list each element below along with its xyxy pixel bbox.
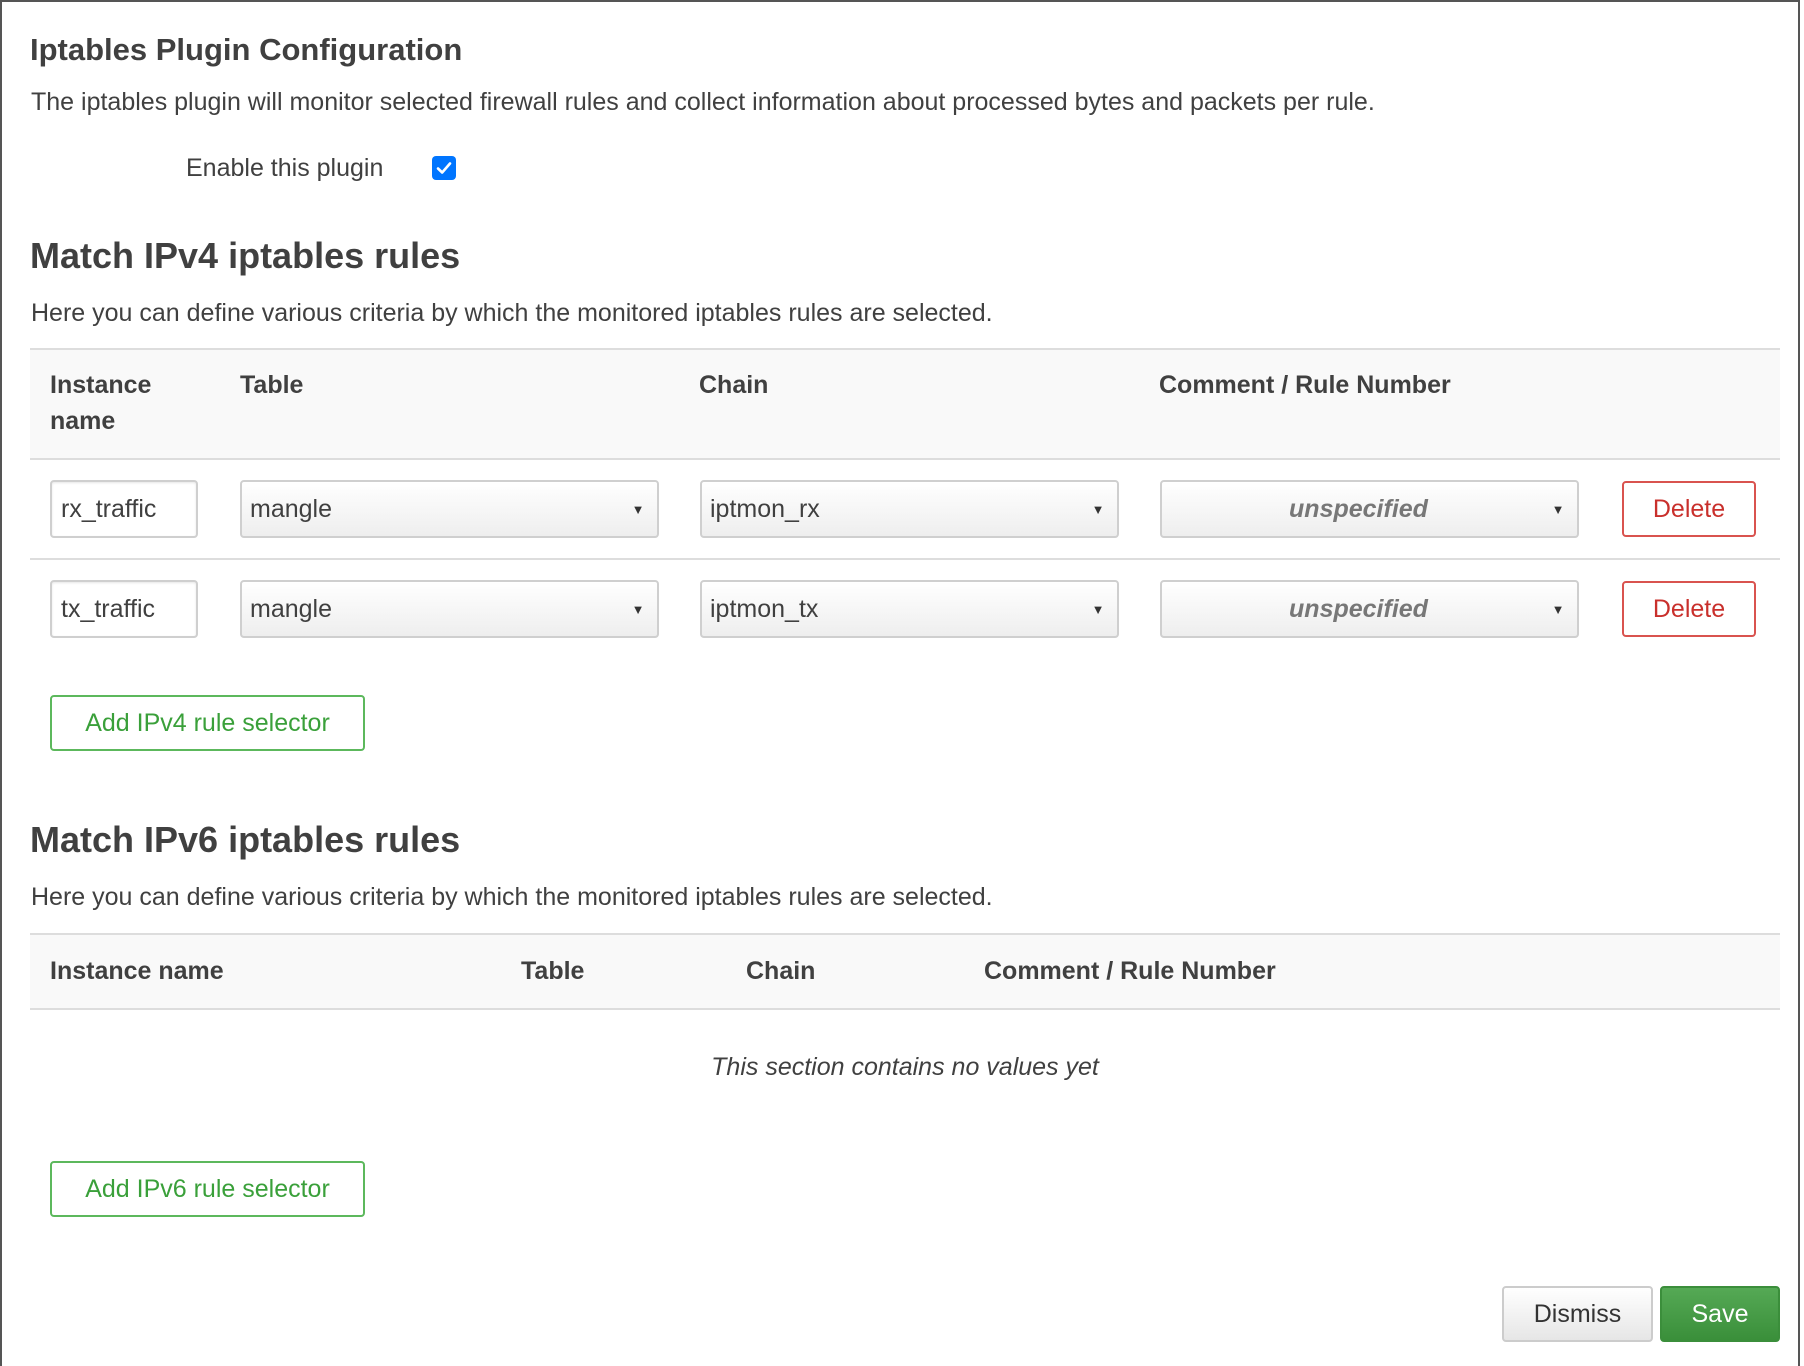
column-header-instance: Instance name — [50, 367, 151, 439]
dropdown-caret-icon: ▼ — [1091, 501, 1105, 517]
enable-plugin-label: Enable this plugin — [186, 153, 384, 182]
instance-name-input[interactable] — [50, 580, 198, 638]
ipv4-section-description: Here you can define various criteria by … — [31, 299, 993, 327]
delete-row-button[interactable]: Delete — [1622, 481, 1756, 537]
plugin-config-dialog: Iptables Plugin Configuration The iptabl… — [0, 0, 1800, 1366]
table-row: mangle ▼ iptmon_rx ▼ unspecified ▼ Delet… — [30, 460, 1780, 560]
column-header-instance: Instance name — [50, 957, 224, 985]
table-select-value: mangle — [250, 594, 332, 623]
table-select-value: mangle — [250, 494, 332, 523]
column-header-instance-line2: name — [50, 407, 116, 435]
dialog-title: Iptables Plugin Configuration — [30, 32, 463, 67]
comment-select-value: unspecified — [1289, 594, 1428, 623]
ipv6-section-title: Match IPv6 iptables rules — [30, 819, 461, 860]
ipv4-rules-table: Instance name Table Chain Comment / Rule… — [30, 348, 1780, 658]
chain-select-value: iptmon_rx — [710, 494, 820, 523]
column-header-table: Table — [521, 957, 585, 985]
empty-section-note: This section contains no values yet — [711, 1053, 1099, 1081]
dropdown-caret-icon: ▼ — [1091, 601, 1105, 617]
comment-select-value: unspecified — [1289, 494, 1428, 523]
comment-select[interactable]: unspecified ▼ — [1160, 480, 1579, 538]
ipv6-rules-table: Instance name Table Chain Comment / Rule… — [30, 933, 1780, 1081]
ipv6-section-description: Here you can define various criteria by … — [31, 883, 993, 911]
enable-plugin-checkbox[interactable] — [432, 156, 456, 180]
checkmark-icon — [436, 162, 452, 174]
dropdown-caret-icon: ▼ — [1551, 601, 1565, 617]
dropdown-caret-icon: ▼ — [631, 501, 645, 517]
column-header-chain: Chain — [746, 957, 816, 985]
column-header-comment: Comment / Rule Number — [984, 957, 1276, 985]
column-header-comment: Comment / Rule Number — [1159, 371, 1451, 399]
ipv4-section-title: Match IPv4 iptables rules — [30, 235, 461, 276]
column-header-table: Table — [240, 371, 304, 399]
instance-name-input[interactable] — [50, 480, 198, 538]
comment-select[interactable]: unspecified ▼ — [1160, 580, 1579, 638]
dismiss-button[interactable]: Dismiss — [1502, 1286, 1653, 1342]
chain-select-value: iptmon_tx — [710, 594, 819, 623]
chain-select[interactable]: iptmon_tx ▼ — [700, 580, 1119, 638]
save-button[interactable]: Save — [1660, 1286, 1780, 1342]
table-select[interactable]: mangle ▼ — [240, 480, 659, 538]
add-ipv4-rule-button[interactable]: Add IPv4 rule selector — [50, 695, 365, 751]
ipv6-table-header: Instance name Table Chain Comment / Rule… — [30, 935, 1780, 1010]
table-select[interactable]: mangle ▼ — [240, 580, 659, 638]
delete-row-button[interactable]: Delete — [1622, 581, 1756, 637]
dropdown-caret-icon: ▼ — [1551, 501, 1565, 517]
add-ipv6-rule-button[interactable]: Add IPv6 rule selector — [50, 1161, 365, 1217]
table-row: mangle ▼ iptmon_tx ▼ unspecified ▼ Delet… — [30, 560, 1780, 658]
chain-select[interactable]: iptmon_rx ▼ — [700, 480, 1119, 538]
column-header-chain: Chain — [699, 371, 769, 399]
enable-plugin-row: Enable this plugin — [186, 150, 456, 186]
dialog-description: The iptables plugin will monitor selecte… — [31, 88, 1375, 116]
column-header-instance-line1: Instance — [50, 371, 152, 399]
ipv4-table-header: Instance name Table Chain Comment / Rule… — [30, 350, 1780, 460]
dropdown-caret-icon: ▼ — [631, 601, 645, 617]
